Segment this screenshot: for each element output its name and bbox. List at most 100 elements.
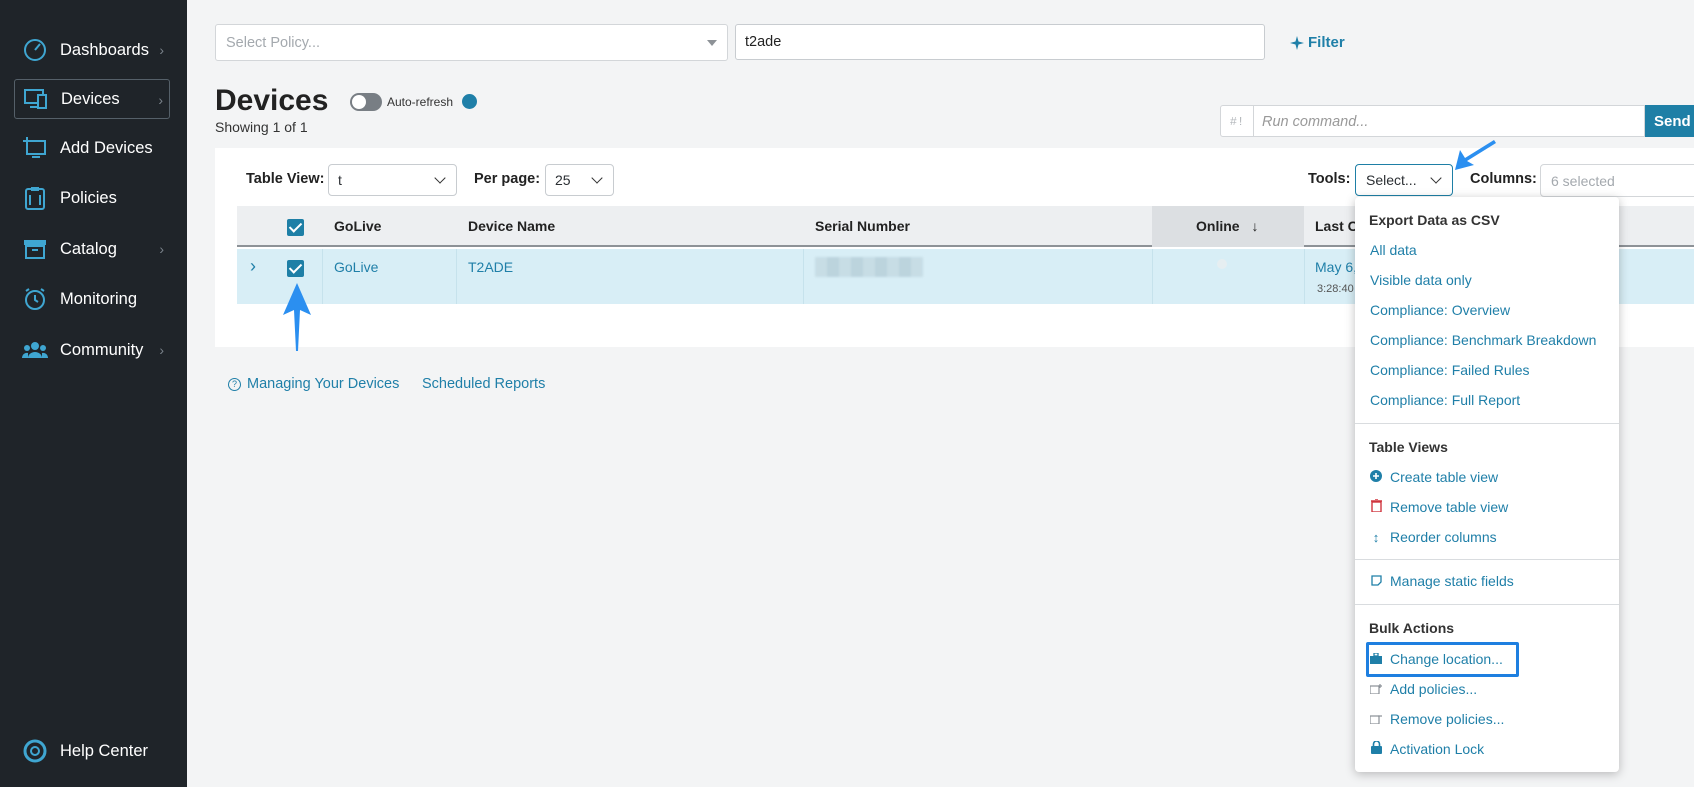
sidebar-item-community[interactable]: Community ›: [14, 330, 170, 370]
filter-label: Filter: [1308, 34, 1345, 51]
menu-item-change-location[interactable]: Change location...: [1370, 651, 1503, 667]
managing-devices-label: Managing Your Devices: [247, 376, 400, 392]
device-search-input[interactable]: t2ade: [735, 24, 1265, 60]
policy-select-placeholder: Select Policy...: [226, 35, 321, 51]
sidebar-item-label: Dashboards: [60, 40, 149, 59]
per-page-select[interactable]: 25: [545, 164, 614, 196]
tools-value: Select...: [1366, 172, 1417, 188]
question-circle-icon: ?: [228, 377, 241, 391]
location-briefcase-icon: [1370, 651, 1382, 667]
menu-item-remove-table-view[interactable]: Remove table view: [1370, 498, 1509, 515]
column-header-golive[interactable]: GoLive: [334, 218, 381, 234]
menu-item-compliance-benchmark[interactable]: Compliance: Benchmark Breakdown: [1370, 332, 1596, 348]
catalog-box-icon: [22, 236, 48, 262]
menu-item-all-data[interactable]: All data: [1370, 242, 1417, 258]
sidebar-item-dashboards[interactable]: Dashboards ›: [14, 30, 170, 70]
run-command-input[interactable]: Run command...: [1253, 105, 1645, 137]
menu-item-activation-lock[interactable]: Activation Lock: [1370, 740, 1484, 757]
sidebar-item-catalog[interactable]: Catalog ›: [14, 229, 170, 269]
row-select-checkbox[interactable]: [287, 260, 304, 277]
table-view-label: Table View:: [246, 171, 325, 187]
annotation-arrow-up-icon: [283, 283, 311, 351]
scheduled-reports-link[interactable]: Scheduled Reports: [422, 376, 545, 392]
column-divider: [1152, 249, 1153, 304]
annotation-arrow-down-left-icon: [1455, 140, 1496, 170]
sidebar-item-label: Help Center: [60, 741, 149, 760]
menu-item-label: Create table view: [1390, 469, 1499, 485]
chevron-down-icon: [591, 172, 603, 184]
menu-item-remove-policies[interactable]: Remove policies...: [1369, 711, 1504, 727]
sidebar-item-add-devices[interactable]: Add Devices: [14, 128, 170, 168]
page-title: Devices: [215, 84, 329, 117]
sidebar-item-devices[interactable]: Devices ›: [14, 79, 170, 119]
menu-item-reorder-columns[interactable]: ↕ Reorder columns: [1370, 529, 1497, 545]
menu-item-compliance-full-report[interactable]: Compliance: Full Report: [1370, 392, 1520, 408]
columns-label: Columns:: [1470, 171, 1537, 187]
column-divider: [322, 249, 323, 304]
row-device-name-link[interactable]: T2ADE: [468, 259, 513, 275]
sidebar-item-policies[interactable]: Policies: [14, 178, 170, 218]
sidebar-item-monitoring[interactable]: Monitoring: [14, 279, 170, 319]
command-prefix: #!: [1220, 105, 1254, 137]
caret-down-icon: [707, 40, 717, 46]
menu-heading-table-views: Table Views: [1369, 439, 1448, 455]
menu-item-compliance-failed-rules[interactable]: Compliance: Failed Rules: [1370, 362, 1530, 378]
managing-devices-link[interactable]: ? Managing Your Devices: [228, 376, 399, 392]
policy-select[interactable]: Select Policy...: [215, 24, 728, 61]
community-users-icon: [22, 337, 48, 363]
auto-refresh-label: Auto-refresh: [387, 95, 454, 109]
filter-button[interactable]: Filter: [1290, 34, 1345, 51]
menu-item-visible-data[interactable]: Visible data only: [1370, 272, 1472, 288]
dashboard-gauge-icon: [22, 37, 48, 63]
menu-item-label: Manage static fields: [1390, 573, 1514, 589]
sidebar-item-label: Add Devices: [60, 138, 153, 157]
sparkle-icon: [1290, 35, 1304, 50]
redacted-serial-number: [815, 257, 923, 277]
column-header-serial-number[interactable]: Serial Number: [815, 218, 910, 234]
auto-refresh-toggle[interactable]: [350, 93, 382, 111]
menu-item-label: Reorder columns: [1390, 529, 1497, 545]
menu-item-create-table-view[interactable]: Create table view: [1370, 469, 1498, 485]
menu-item-compliance-overview[interactable]: Compliance: Overview: [1370, 302, 1510, 318]
online-status-dot: [1217, 259, 1227, 269]
column-divider: [1304, 249, 1305, 304]
add-device-icon: [22, 135, 48, 161]
add-policy-icon: [1369, 682, 1382, 697]
chevron-right-icon: ›: [159, 42, 164, 58]
sidebar-item-label: Community: [60, 340, 144, 359]
per-page-label: Per page:: [474, 171, 541, 187]
menu-divider: [1355, 604, 1619, 605]
note-icon: [1370, 574, 1382, 589]
menu-heading-bulk-actions: Bulk Actions: [1369, 620, 1455, 636]
chevron-right-icon: ›: [158, 92, 163, 108]
row-last-checkin-time: 3:28:40: [1317, 283, 1354, 295]
table-view-select[interactable]: t: [328, 164, 457, 196]
sidebar-item-help-center[interactable]: Help Center: [14, 731, 170, 771]
row-golive-link[interactable]: GoLive: [334, 259, 378, 275]
column-header-online[interactable]: Online ↓: [1196, 218, 1258, 234]
sidebar-item-label: Catalog: [60, 239, 117, 258]
menu-item-label: Remove table view: [1390, 499, 1509, 515]
expand-row-chevron-icon[interactable]: ›: [250, 256, 256, 277]
menu-item-add-policies[interactable]: Add policies...: [1369, 681, 1477, 697]
columns-select[interactable]: 6 selected: [1540, 164, 1694, 197]
sidebar-item-label: Policies: [60, 188, 117, 207]
remove-policy-icon: [1369, 712, 1382, 727]
tools-select[interactable]: Select...: [1355, 164, 1453, 196]
column-divider: [803, 249, 804, 304]
sidebar: Dashboards › Devices › Add Devices Polic…: [0, 0, 187, 787]
up-down-arrow-icon: ↕: [1372, 529, 1380, 545]
tools-dropdown-menu: Export Data as CSV All data Visible data…: [1355, 197, 1619, 772]
row-last-checkin-date: May 6,: [1315, 259, 1358, 275]
send-button[interactable]: Send: [1645, 105, 1694, 137]
chevron-right-icon: ›: [159, 241, 164, 257]
column-header-device-name[interactable]: Device Name: [468, 218, 555, 234]
menu-heading-export: Export Data as CSV: [1369, 212, 1500, 228]
monitoring-clock-icon: [22, 286, 48, 312]
column-header-last-checkin[interactable]: Last C: [1315, 218, 1358, 234]
trash-icon: [1370, 498, 1382, 515]
select-all-checkbox[interactable]: [287, 219, 304, 236]
refresh-icon[interactable]: [462, 94, 477, 109]
chevron-right-icon: ›: [159, 342, 164, 358]
menu-item-manage-static-fields[interactable]: Manage static fields: [1370, 573, 1514, 589]
